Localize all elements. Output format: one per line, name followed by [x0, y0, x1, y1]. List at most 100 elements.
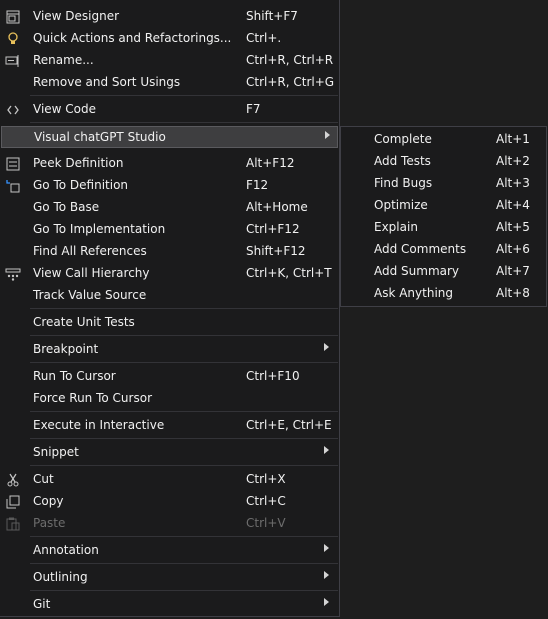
menu-separator — [30, 465, 338, 466]
submenu-item-label: Add Tests — [374, 154, 431, 168]
submenu-item-complete[interactable]: Complete Alt+1 — [341, 129, 546, 151]
context-menu: View Designer Shift+F7 Quick Actions and… — [0, 0, 340, 617]
menu-separator — [30, 95, 338, 96]
paste-icon — [5, 517, 21, 531]
menu-item-snippet[interactable]: Snippet — [0, 442, 339, 464]
menu-item-label: Remove and Sort Usings — [33, 75, 181, 89]
submenu-item-shortcut: Alt+6 — [496, 242, 530, 256]
submenu-item-find-bugs[interactable]: Find Bugs Alt+3 — [341, 173, 546, 195]
chevron-right-icon — [324, 343, 329, 351]
menu-item-shortcut: Shift+F12 — [246, 244, 306, 258]
menu-item-label: Quick Actions and Refactorings... — [33, 31, 232, 45]
menu-item-label: Track Value Source — [33, 288, 147, 302]
menu-item-label: Outlining — [33, 570, 88, 584]
menu-item-shortcut: Ctrl+R, Ctrl+G — [246, 75, 335, 89]
submenu-item-shortcut: Alt+2 — [496, 154, 530, 168]
menu-separator — [30, 438, 338, 439]
submenu-item-shortcut: Alt+5 — [496, 220, 530, 234]
menu-item-find-all-references[interactable]: Find All References Shift+F12 — [0, 241, 339, 263]
submenu-item-shortcut: Alt+4 — [496, 198, 530, 212]
menu-item-shortcut: Ctrl+F12 — [246, 222, 300, 236]
menu-item-shortcut: Ctrl+. — [246, 31, 282, 45]
submenu-item-label: Explain — [374, 220, 418, 234]
menu-item-label: Force Run To Cursor — [33, 391, 152, 405]
menu-item-run-to-cursor[interactable]: Run To Cursor Ctrl+F10 — [0, 366, 339, 388]
menu-item-shortcut: F12 — [246, 178, 269, 192]
chevron-right-icon — [324, 571, 329, 579]
menu-item-outlining[interactable]: Outlining — [0, 567, 339, 589]
submenu-item-shortcut: Alt+3 — [496, 176, 530, 190]
submenu-item-explain[interactable]: Explain Alt+5 — [341, 217, 546, 239]
submenu-item-label: Complete — [374, 132, 432, 146]
menu-item-go-to-definition[interactable]: Go To Definition F12 — [0, 175, 339, 197]
menu-item-label: Rename... — [33, 53, 94, 67]
menu-separator — [30, 590, 338, 591]
menu-item-force-run-to-cursor[interactable]: Force Run To Cursor — [0, 388, 339, 410]
menu-separator — [30, 563, 338, 564]
submenu-item-label: Ask Anything — [374, 286, 454, 300]
menu-item-go-to-implementation[interactable]: Go To Implementation Ctrl+F12 — [0, 219, 339, 241]
submenu-item-label: Add Summary — [374, 264, 460, 278]
menu-separator — [30, 335, 338, 336]
chatgpt-submenu: Complete Alt+1 Add Tests Alt+2 Find Bugs… — [340, 126, 547, 307]
menu-item-shortcut: Alt+Home — [246, 200, 308, 214]
menu-item-remove-sort-usings[interactable]: Remove and Sort Usings Ctrl+R, Ctrl+G — [0, 72, 339, 94]
menu-item-view-code[interactable]: View Code F7 — [0, 99, 339, 121]
menu-item-label: Peek Definition — [33, 156, 124, 170]
submenu-item-shortcut: Alt+7 — [496, 264, 530, 278]
menu-item-annotation[interactable]: Annotation — [0, 540, 339, 562]
menu-item-view-designer[interactable]: View Designer Shift+F7 — [0, 6, 339, 28]
scissors-icon — [5, 473, 21, 487]
menu-item-view-call-hierarchy[interactable]: View Call Hierarchy Ctrl+K, Ctrl+T — [0, 263, 339, 285]
submenu-item-optimize[interactable]: Optimize Alt+4 — [341, 195, 546, 217]
submenu-item-add-tests[interactable]: Add Tests Alt+2 — [341, 151, 546, 173]
submenu-item-shortcut: Alt+1 — [496, 132, 530, 146]
menu-item-label: View Code — [33, 102, 97, 116]
menu-item-label: Find All References — [33, 244, 147, 258]
menu-item-visual-chatgpt-studio[interactable]: Visual chatGPT Studio — [1, 126, 338, 148]
menu-item-create-unit-tests[interactable]: Create Unit Tests — [0, 312, 339, 334]
submenu-item-ask-anything[interactable]: Ask Anything Alt+8 — [341, 283, 546, 305]
menu-item-label: Snippet — [33, 445, 79, 459]
menu-item-quick-actions[interactable]: Quick Actions and Refactorings... Ctrl+. — [0, 28, 339, 50]
menu-item-shortcut: Ctrl+C — [246, 494, 286, 508]
menu-separator — [30, 122, 338, 123]
menu-item-cut[interactable]: Cut Ctrl+X — [0, 469, 339, 491]
submenu-item-label: Add Comments — [374, 242, 467, 256]
menu-item-track-value-source[interactable]: Track Value Source — [0, 285, 339, 307]
menu-item-label: Breakpoint — [33, 342, 99, 356]
submenu-item-label: Find Bugs — [374, 176, 433, 190]
menu-item-breakpoint[interactable]: Breakpoint — [0, 339, 339, 361]
menu-item-label: Run To Cursor — [33, 369, 116, 383]
go-to-definition-icon — [5, 179, 21, 193]
submenu-item-add-summary[interactable]: Add Summary Alt+7 — [341, 261, 546, 283]
menu-item-label: Go To Base — [33, 200, 100, 214]
menu-item-paste[interactable]: Paste Ctrl+V — [0, 513, 339, 535]
menu-item-label: Paste — [33, 516, 66, 530]
menu-item-label: Git — [33, 597, 51, 611]
code-icon — [5, 103, 21, 117]
menu-item-label: Create Unit Tests — [33, 315, 135, 329]
menu-item-shortcut: Ctrl+F10 — [246, 369, 300, 383]
menu-item-peek-definition[interactable]: Peek Definition Alt+F12 — [0, 153, 339, 175]
menu-item-copy[interactable]: Copy Ctrl+C — [0, 491, 339, 513]
menu-separator — [30, 536, 338, 537]
menu-item-shortcut: Alt+F12 — [246, 156, 295, 170]
menu-separator — [30, 411, 338, 412]
menu-item-go-to-base[interactable]: Go To Base Alt+Home — [0, 197, 339, 219]
submenu-item-shortcut: Alt+8 — [496, 286, 530, 300]
menu-item-shortcut: Ctrl+K, Ctrl+T — [246, 266, 332, 280]
chevron-right-icon — [324, 446, 329, 454]
menu-item-rename[interactable]: Rename... Ctrl+R, Ctrl+R — [0, 50, 339, 72]
menu-item-label: Go To Implementation — [33, 222, 166, 236]
menu-item-label: Annotation — [33, 543, 99, 557]
menu-item-shortcut: Ctrl+V — [246, 516, 286, 530]
menu-item-shortcut: Ctrl+R, Ctrl+R — [246, 53, 334, 67]
menu-item-execute-in-interactive[interactable]: Execute in Interactive Ctrl+E, Ctrl+E — [0, 415, 339, 437]
menu-item-shortcut: Ctrl+X — [246, 472, 286, 486]
menu-item-label: View Designer — [33, 9, 120, 23]
menu-item-git[interactable]: Git — [0, 594, 339, 616]
menu-item-label: View Call Hierarchy — [33, 266, 150, 280]
chevron-right-icon — [325, 131, 330, 139]
submenu-item-add-comments[interactable]: Add Comments Alt+6 — [341, 239, 546, 261]
